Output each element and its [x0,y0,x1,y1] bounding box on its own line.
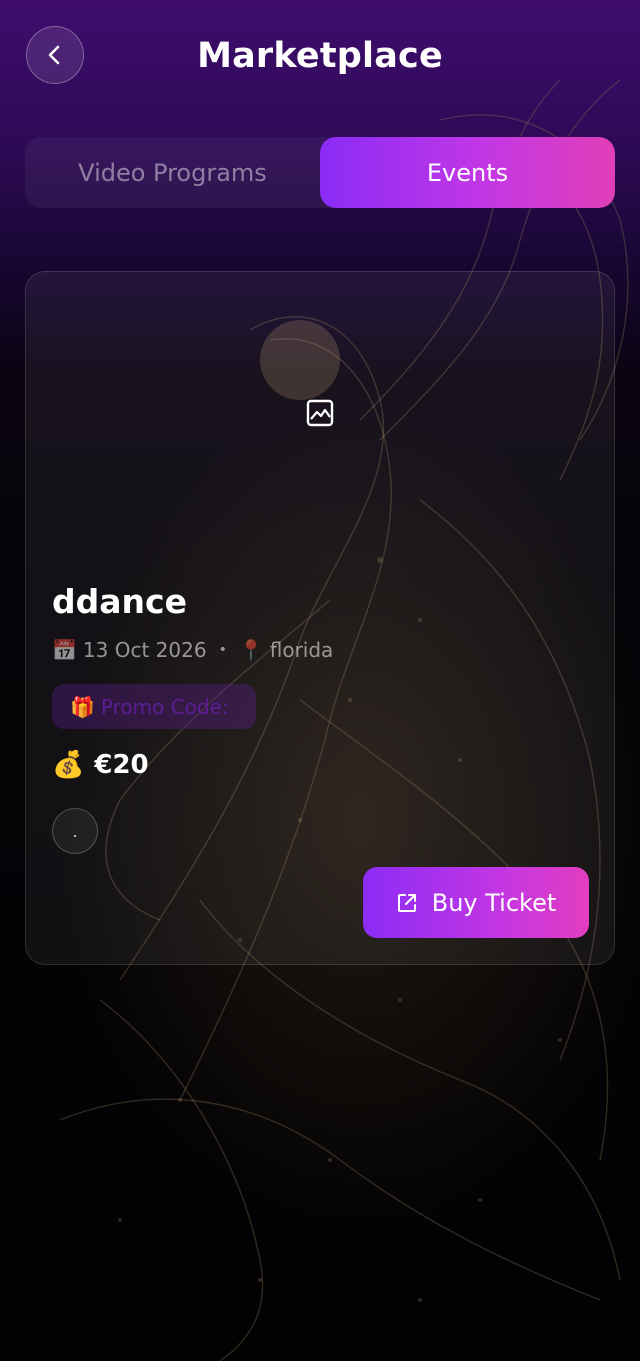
promo-code-label: Promo Code: [100,694,229,719]
extra-badge[interactable]: . [52,808,98,854]
location-pin-icon: 📍 [238,638,264,662]
event-card[interactable]: ddance 📅 13 Oct 2026 • 📍 florida 🎁 Promo… [25,271,615,965]
event-price: €20 [94,750,149,780]
price-row: 💰 €20 [52,750,149,780]
buy-ticket-button[interactable]: Buy Ticket [363,867,589,938]
promo-code-badge: 🎁 Promo Code: [52,684,256,729]
page-title: Marketplace [197,36,443,76]
top-bar: Marketplace [0,0,640,115]
meta-separator: • [218,642,227,658]
event-title: ddance [52,582,187,621]
tab-events[interactable]: Events [320,137,615,208]
calendar-icon: 📅 [52,638,77,662]
money-bag-icon: 💰 [52,750,85,780]
external-link-icon [396,892,418,914]
event-meta: 📅 13 Oct 2026 • 📍 florida [52,638,333,662]
tab-video-programs[interactable]: Video Programs [25,137,320,208]
event-date: 13 Oct 2026 [82,638,207,662]
extra-badge-label: . [72,821,78,841]
tab-bar: Video Programs Events [25,137,615,208]
gift-icon: 🎁 [70,694,95,719]
event-location: florida [269,638,334,662]
buy-ticket-label: Buy Ticket [431,888,557,917]
image-placeholder-icon [306,399,334,427]
